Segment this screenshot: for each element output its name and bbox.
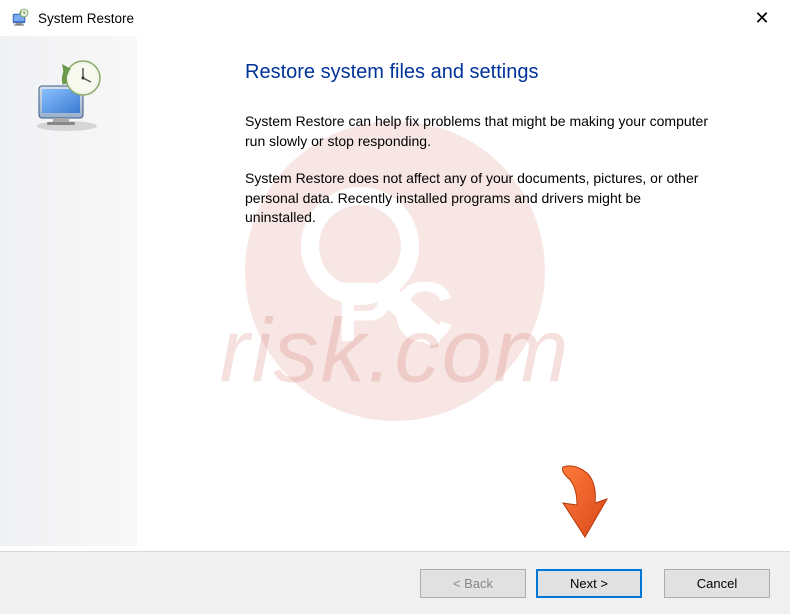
window-title: System Restore	[38, 11, 134, 26]
left-panel	[0, 36, 137, 546]
intro-paragraph-2: System Restore does not affect any of yo…	[245, 169, 710, 228]
content-area: PC risk.com	[0, 36, 790, 546]
back-button: < Back	[420, 569, 526, 598]
next-button[interactable]: Next >	[536, 569, 642, 598]
intro-paragraph-1: System Restore can help fix problems tha…	[245, 112, 710, 151]
page-heading: Restore system files and settings	[245, 61, 730, 84]
button-bar: < Back Next > Cancel	[0, 551, 790, 614]
titlebar: System Restore ✕	[0, 0, 790, 36]
system-restore-large-icon	[29, 56, 109, 136]
close-button[interactable]: ✕	[752, 8, 772, 28]
system-restore-icon	[10, 8, 30, 28]
cancel-button[interactable]: Cancel	[664, 569, 770, 598]
main-panel: Restore system files and settings System…	[137, 36, 790, 546]
